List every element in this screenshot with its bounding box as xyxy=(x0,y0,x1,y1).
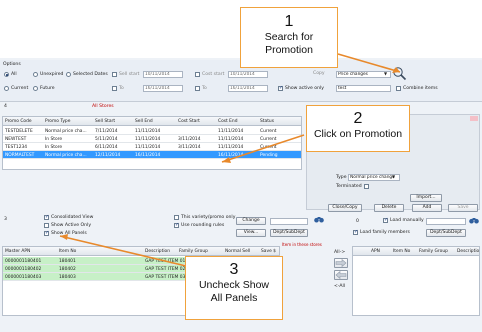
callout-3: 3 Uncheck Show All Panels xyxy=(185,256,283,320)
callout-3-number: 3 xyxy=(229,261,239,278)
callout-1: 1 Search for Promotion xyxy=(240,7,338,68)
callout-3-arrow xyxy=(59,235,187,267)
callout-1-text: Search for Promotion xyxy=(264,31,314,56)
callout-1-number: 1 xyxy=(284,13,294,30)
callout-3-text: Uncheck Show All Panels xyxy=(198,279,270,304)
callout-2-text: Click on Promotion xyxy=(313,128,403,140)
callout-1-arrow xyxy=(337,53,401,73)
callout-2-arrow-head xyxy=(222,157,231,163)
callout-2: 2 Click on Promotion xyxy=(306,105,410,152)
callout-2-number: 2 xyxy=(353,110,363,127)
callout-2-arrow xyxy=(221,134,305,163)
